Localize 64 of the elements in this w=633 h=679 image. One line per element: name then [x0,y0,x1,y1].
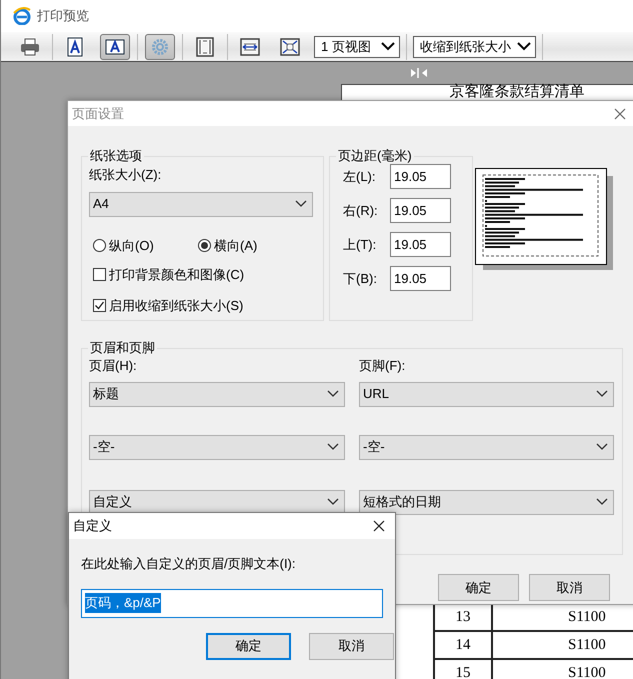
chevron-icon [596,498,608,506]
radio-button[interactable] [93,238,106,252]
chevron-icon [596,443,608,451]
window-title: 打印预览 [37,7,89,26]
header-dropdown[interactable]: -空- [89,434,345,460]
letter-page-icon [105,36,125,56]
field-label: 上(T): [343,236,378,254]
margin-field[interactable]: 19.05 [390,164,451,189]
margin-field[interactable]: 19.05 [390,232,451,257]
printer-icon [20,36,40,56]
field-label: 下(B): [343,270,378,288]
option-label[interactable]: 启用收缩到纸张大小(S) [109,296,244,315]
chevron-icon [295,200,307,208]
field-label: 页脚(F): [359,357,406,375]
dialog-button[interactable]: 确定 [438,574,519,601]
chevron-icon [327,498,339,506]
table-cell: 15 [434,659,492,679]
scale-dropdown[interactable]: 收缩到纸张大小 [413,36,536,58]
view-dropdown[interactable]: 1 页视图 [314,36,400,58]
footer-dropdown[interactable]: URL [359,382,614,406]
field-label: 左(L): [343,168,376,186]
dialog-button[interactable]: 取消 [309,632,394,660]
checkbox[interactable] [93,268,106,282]
letter-page-icon [65,36,85,56]
group-label: 页边距(毫米) [336,148,414,164]
document-title: 京客隆条款结算清单 [448,85,586,99]
fit-width-icon [240,36,260,56]
field-label: 纸张大小(Z): [89,166,162,184]
dialog-button[interactable]: 确定 [206,632,291,660]
dialog-title: 页面设置 [72,104,124,123]
browser-logo-icon [13,7,31,25]
table-cell: 14 [434,631,492,659]
option-label[interactable]: 纵向(O) [109,236,154,255]
group-label: 纸张选项 [88,148,144,164]
chevron-icon [517,42,531,51]
chevron-icon [381,42,395,51]
field-label: 页眉(H): [89,357,138,375]
dialog-button[interactable]: 取消 [529,574,610,601]
group-label: 页眉和页脚 [88,340,157,356]
header-dropdown[interactable]: 标题 [89,382,345,406]
radio-button[interactable] [198,238,211,252]
chevron-icon [327,390,339,398]
option-label[interactable]: 横向(A) [214,236,258,255]
prompt-label: 在此处输入自定义的页眉/页脚文本(I): [81,555,296,573]
chevron-icon [596,390,608,398]
header-dropdown[interactable]: 自定义 [89,490,345,514]
settings-button[interactable] [145,34,175,60]
fit-page-icon [280,36,300,56]
margin-field[interactable]: 19.05 [390,266,451,291]
margin-field[interactable]: 19.05 [390,198,451,223]
landscape-button[interactable] [100,34,130,60]
chevron-icon [327,443,339,451]
gear-icon [150,36,170,56]
dialog-title: 自定义 [73,517,112,536]
text-field[interactable]: 页码，&p/&P [81,588,383,618]
page-icon [195,36,215,56]
checkbox[interactable] [93,298,106,312]
option-label[interactable]: 打印背景颜色和图像(C) [109,265,244,284]
close-icon[interactable] [373,520,385,532]
field-label: 右(R): [343,202,379,220]
paper-size-dropdown[interactable]: A4 [89,192,313,216]
footer-dropdown[interactable]: -空- [359,434,614,460]
footer-dropdown[interactable]: 短格式的日期 [359,490,614,514]
resize-handle-icon [409,67,429,79]
